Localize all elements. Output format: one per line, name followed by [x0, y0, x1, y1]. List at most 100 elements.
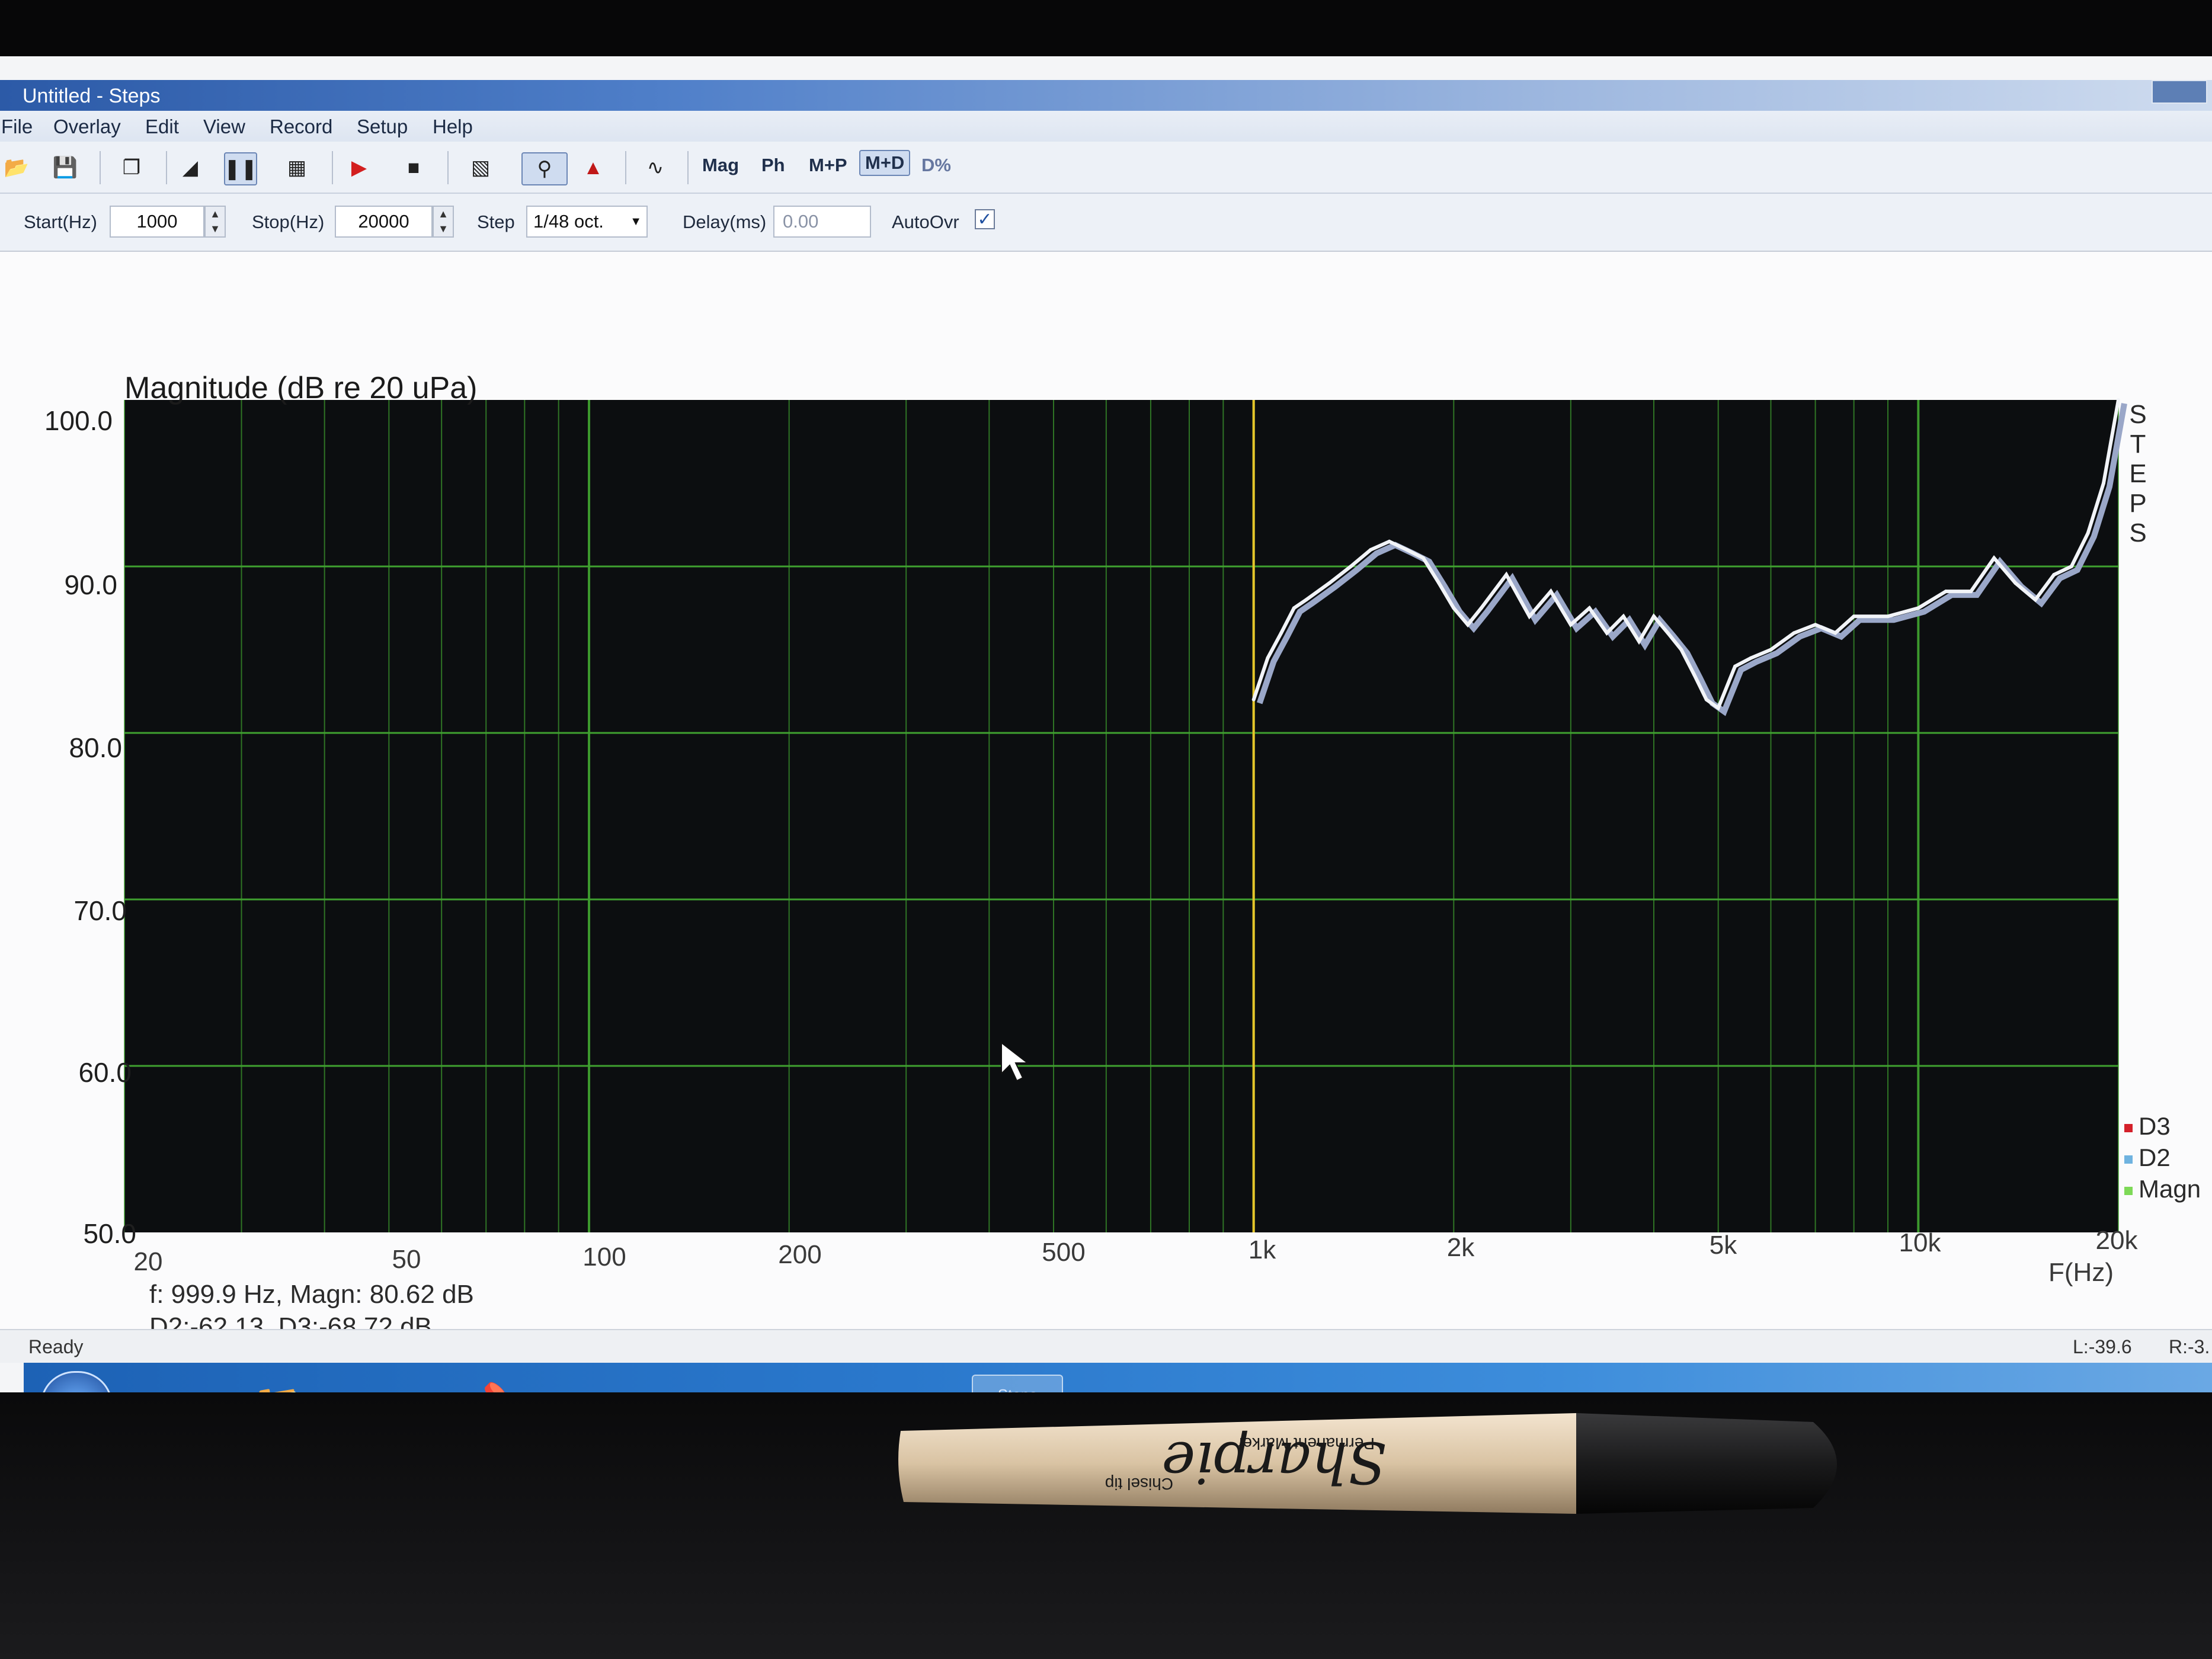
- mag-button[interactable]: Mag: [702, 155, 739, 176]
- file-explorer-icon[interactable]: 📁: [246, 1375, 308, 1392]
- menu-view[interactable]: View: [203, 116, 245, 138]
- x-tick-label: 500: [1042, 1238, 1086, 1267]
- parameter-bar: Start(Hz) 1000 ▲ ▼ Stop(Hz) 20000 ▲ ▼ Step…: [0, 194, 2212, 252]
- data-point: [1304, 598, 1308, 602]
- steps-logo: S T E P S: [2126, 400, 2150, 548]
- start-orb-icon[interactable]: ❖: [40, 1371, 113, 1392]
- x-tick-label: 50: [392, 1245, 421, 1274]
- mag-distortion-button[interactable]: M+D: [859, 150, 911, 176]
- legend-item-magn[interactable]: Magn: [2124, 1175, 2201, 1203]
- x-tick-label: 10k: [1899, 1228, 1941, 1257]
- data-point: [2102, 481, 2106, 485]
- menu-help[interactable]: Help: [433, 116, 473, 138]
- probe-icon[interactable]: ⚲: [521, 152, 568, 185]
- pause-icon[interactable]: ❚❚: [224, 152, 258, 185]
- plot-title: Magnitude (dB re 20 uPa): [124, 371, 478, 405]
- data-point: [2117, 398, 2120, 402]
- chevron-down-icon: ▼: [630, 214, 642, 228]
- data-point: [1886, 614, 1890, 619]
- data-point: [1549, 590, 1553, 594]
- start-spinner[interactable]: ▲ ▼: [204, 206, 226, 238]
- magnitude-plot[interactable]: [0, 252, 2212, 1330]
- start-field[interactable]: 1000: [110, 206, 204, 238]
- play-icon[interactable]: ▶: [344, 152, 374, 183]
- x-tick-label: 100: [582, 1242, 626, 1272]
- data-point: [1266, 656, 1270, 660]
- stop-icon[interactable]: ■: [398, 152, 429, 183]
- menu-overlay[interactable]: Overlay: [53, 116, 121, 138]
- marker-line1: Permanent Marker: [1237, 1434, 1375, 1453]
- menu-file[interactable]: File: [1, 116, 33, 138]
- spectrum-icon[interactable]: ▲: [578, 152, 609, 183]
- pin-icon[interactable]: 📌: [453, 1375, 515, 1392]
- internet-explorer-icon[interactable]: e: [142, 1375, 204, 1392]
- stop-field[interactable]: 20000: [335, 206, 433, 238]
- legend-item-d3[interactable]: D3: [2124, 1112, 2171, 1141]
- data-point: [1327, 581, 1331, 585]
- menu-record[interactable]: Record: [270, 116, 332, 138]
- monitor-bezel-top: [0, 0, 2212, 56]
- data-point: [2013, 581, 2018, 585]
- toolbar: 📂 💾 ❐ ◢ ❚❚ ▦ ▶ ■ ▧ ⚲ ▲ ∿ Mag Ph M+P M+D …: [0, 142, 2212, 194]
- phase-button[interactable]: Ph: [761, 155, 785, 176]
- data-point: [1969, 590, 1973, 594]
- clear-traces-icon[interactable]: ▧: [465, 152, 496, 183]
- data-point: [1944, 590, 1948, 594]
- toolbar-divider: [625, 151, 626, 184]
- taskbar: ❖ e 📁 ▶ 📌 ◷ □ ▲ ◉ Steps ▲▲▲ ▣ ⚑ ◫ ▩ ↻ ▨ …: [24, 1363, 2212, 1392]
- data-point: [1692, 672, 1696, 677]
- y-tick-label: 100.0: [44, 405, 113, 436]
- logo-letter: T: [2130, 430, 2146, 459]
- mag-phase-button[interactable]: M+P: [809, 155, 847, 176]
- delay-label: Delay(ms): [683, 212, 767, 232]
- data-point: [1833, 631, 1838, 635]
- data-point: [1251, 697, 1256, 702]
- save-icon[interactable]: 💾: [50, 152, 81, 183]
- grid-icon[interactable]: ▦: [281, 152, 312, 183]
- y-tick-label: 80.0: [69, 732, 122, 763]
- logo-letter: E: [2129, 459, 2147, 488]
- menu-setup[interactable]: Setup: [357, 116, 408, 138]
- media-player-icon[interactable]: ▶: [348, 1375, 410, 1392]
- x-tick-label: 200: [778, 1240, 822, 1269]
- stop-label: Stop(Hz): [252, 212, 325, 232]
- data-point: [1587, 606, 1592, 610]
- stop-spinner[interactable]: ▲ ▼: [433, 206, 454, 238]
- title-bar: Untitled - Steps: [0, 80, 2212, 111]
- legend-item-d2[interactable]: D2: [2124, 1144, 2171, 1172]
- clock-icon[interactable]: ◷: [557, 1375, 619, 1392]
- x-tick-label: 20k: [2095, 1226, 2138, 1255]
- waveform-icon[interactable]: ∿: [640, 152, 671, 183]
- folder-open-icon[interactable]: 📂: [1, 152, 32, 183]
- menu-edit[interactable]: Edit: [145, 116, 179, 138]
- vlc-icon[interactable]: ▲: [764, 1375, 826, 1392]
- data-point: [1528, 614, 1532, 619]
- autoovr-label: AutoOvr: [892, 212, 959, 232]
- y-tick-label: 70.0: [73, 895, 127, 926]
- y-tick-label: 50.0: [83, 1218, 136, 1249]
- toolbar-divider: [166, 151, 167, 184]
- data-point: [1666, 631, 1670, 635]
- document-icon[interactable]: □: [661, 1375, 722, 1392]
- data-point: [1749, 656, 1753, 660]
- minimize-button[interactable]: [2152, 80, 2207, 104]
- data-point: [1792, 631, 1796, 635]
- toolbar-divider: [447, 151, 449, 184]
- delay-field[interactable]: 0.00: [773, 206, 871, 238]
- plot-background: [124, 400, 2118, 1232]
- data-point: [1916, 606, 1920, 610]
- copy-icon[interactable]: ❐: [116, 152, 147, 183]
- data-point: [1621, 614, 1625, 619]
- data-point: [1733, 664, 1737, 668]
- data-point: [1992, 556, 1996, 560]
- status-right-level: R:-3.: [2169, 1336, 2210, 1357]
- autoovr-checkbox[interactable]: ✓: [975, 209, 995, 229]
- start-label: Start(Hz): [24, 212, 97, 232]
- step-label: Step: [477, 212, 515, 232]
- cursor-tool-icon[interactable]: ◢: [175, 152, 206, 183]
- data-point: [1704, 697, 1708, 702]
- x-tick-label: 5k: [1709, 1231, 1737, 1260]
- step-select[interactable]: 1/48 oct. ▼: [526, 206, 648, 238]
- data-point: [1504, 573, 1509, 577]
- distortion-percent-button[interactable]: D%: [921, 155, 951, 176]
